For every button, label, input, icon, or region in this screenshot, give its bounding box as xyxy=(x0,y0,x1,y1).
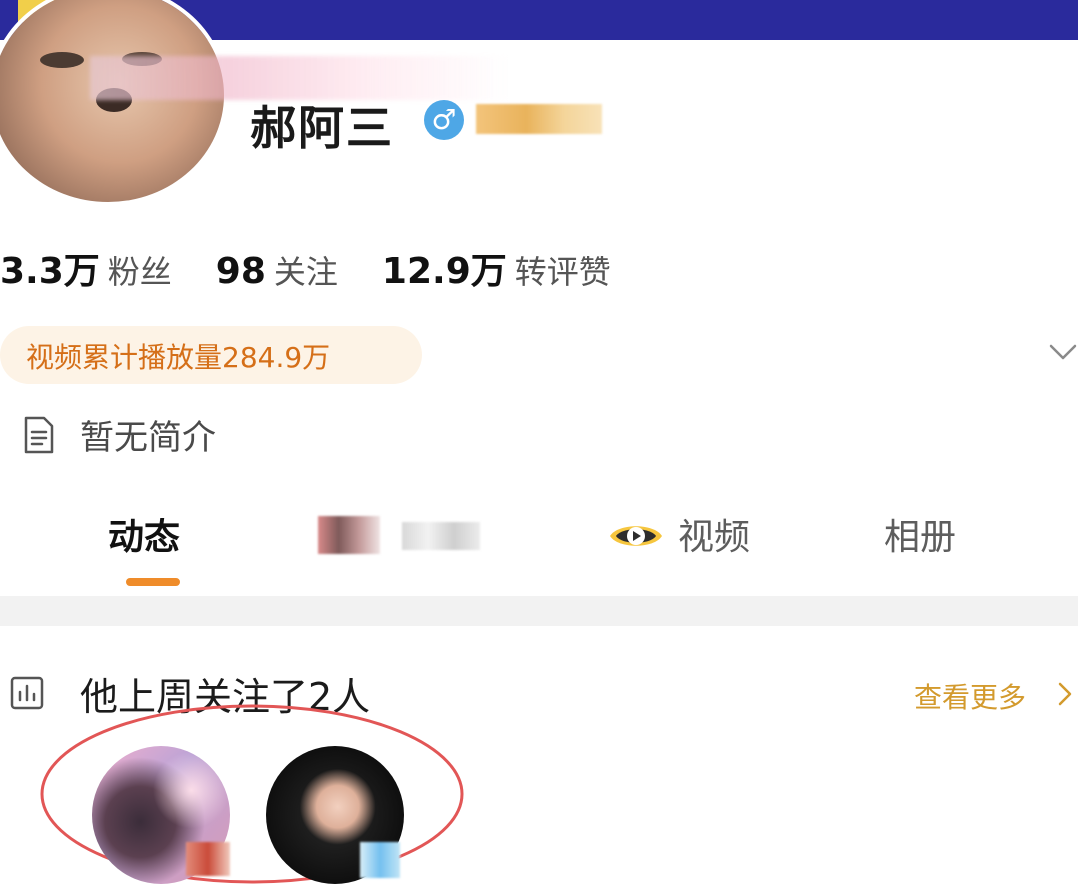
tab-album[interactable]: 相册 xyxy=(884,508,956,560)
document-icon xyxy=(24,416,54,454)
pixelated-verify-badge xyxy=(360,842,400,878)
see-more-link[interactable]: 查看更多 xyxy=(914,676,1026,716)
pixelated-block xyxy=(402,522,480,550)
pixelated-badge xyxy=(476,104,602,134)
engagement-label[interactable]: 转评赞 xyxy=(515,247,611,293)
profile-avatar[interactable] xyxy=(0,0,224,202)
play-count-text: 视频累计播放量284.9万 xyxy=(26,341,331,374)
tab-pixelated[interactable] xyxy=(318,516,482,554)
profile-page: 郝阿三 ♂ 3.3万 粉丝 98 关注 12.9万 转评赞 视频累计播放量284… xyxy=(0,0,1078,896)
chevron-right-icon[interactable] xyxy=(1054,680,1076,708)
pixelated-verify-badge xyxy=(186,842,230,876)
play-count-badge[interactable]: 视频累计播放量284.9万 xyxy=(0,326,422,384)
profile-stats: 3.3万 粉丝 98 关注 12.9万 转评赞 xyxy=(0,242,655,292)
chevron-down-icon[interactable] xyxy=(1048,336,1078,366)
pixelated-block xyxy=(318,516,380,554)
following-label[interactable]: 关注 xyxy=(274,247,338,293)
followers-count[interactable]: 3.3万 xyxy=(0,242,100,294)
profile-username: 郝阿三 xyxy=(250,101,394,155)
following-count[interactable]: 98 xyxy=(216,251,266,292)
bio-text: 暂无简介 xyxy=(80,418,216,458)
tab-video[interactable]: 视频 xyxy=(678,508,750,560)
male-icon: ♂ xyxy=(424,100,464,140)
video-icon xyxy=(610,526,662,546)
profile-tabs: 动态 视频 相册 xyxy=(0,500,1078,586)
followers-label[interactable]: 粉丝 xyxy=(108,247,172,293)
avatar-left-eye xyxy=(40,52,84,68)
active-tab-indicator xyxy=(126,578,180,586)
engagement-count[interactable]: 12.9万 xyxy=(382,242,507,294)
tab-dynamic[interactable]: 动态 xyxy=(108,508,180,560)
section-divider xyxy=(0,596,1078,626)
